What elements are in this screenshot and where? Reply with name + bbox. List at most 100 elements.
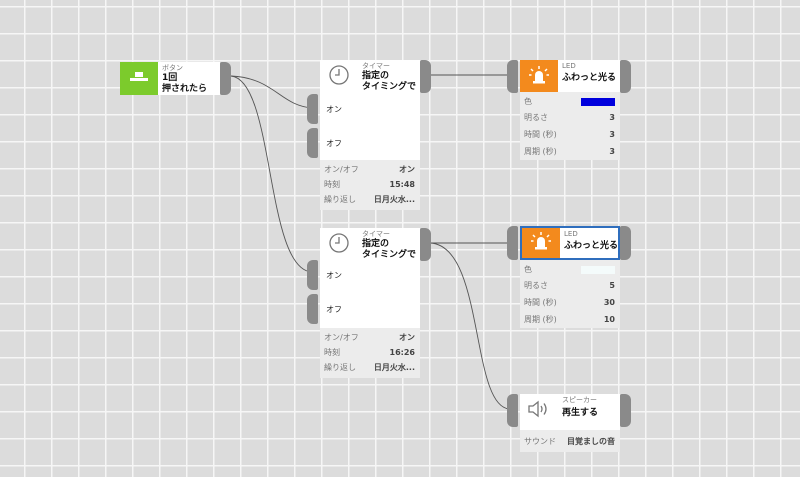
led2-output-port[interactable]	[620, 226, 631, 260]
node-category: タイマー	[362, 230, 390, 238]
timer2-input-off-label: オフ	[326, 305, 342, 314]
prop-value: 3	[609, 147, 615, 156]
timer1-icon-box	[320, 60, 358, 93]
timer2-properties: オン/オフ オン 時刻 16:26 繰り返し 日月火水...	[320, 328, 420, 378]
speaker-icon-box	[520, 394, 558, 427]
node-category: ボタン	[162, 64, 183, 72]
prop-value: 16:26	[389, 348, 415, 357]
timer2-input-off-port[interactable]	[307, 294, 318, 324]
wire-timer2-to-speaker	[429, 242, 511, 410]
node-category: スピーカー	[562, 396, 597, 404]
timer1-input-off-port[interactable]	[307, 128, 318, 158]
prop-label: 明るさ	[524, 113, 548, 122]
timer2-node[interactable]: タイマー 指定の タイミングで オン オフ オン/オフ オン 時刻 16:26 繰り…	[320, 228, 420, 378]
node-category: LED	[562, 62, 576, 70]
prop-value: 5	[609, 281, 615, 290]
prop-label: 色	[524, 97, 532, 106]
prop-label: 周期 (秒)	[524, 315, 557, 324]
prop-value: 日月火水...	[373, 195, 415, 204]
led1-input-port[interactable]	[507, 60, 518, 93]
prop-value: 15:48	[389, 180, 415, 189]
push-button-icon	[129, 69, 149, 88]
timer2-prop-row[interactable]: 時刻 16:26	[320, 345, 420, 360]
prop-label: 明るさ	[524, 281, 548, 290]
led2-color-row[interactable]: 色	[520, 262, 620, 277]
timer1-input-on-label: オン	[326, 105, 342, 114]
node-name: 1回 押されたら	[162, 73, 208, 94]
prop-label: 時間 (秒)	[524, 298, 557, 307]
timer2-icon-box	[320, 228, 358, 261]
led1-node[interactable]: LED ふわっと光る 色 明るさ 3 時間 (秒) 3 周期 (秒) 3	[520, 60, 620, 160]
led1-icon-box	[520, 60, 558, 93]
speaker-icon	[527, 399, 551, 423]
speaker-output-port[interactable]	[620, 394, 631, 427]
wire-button-to-timer1	[230, 75, 314, 109]
timer1-prop-row[interactable]: オン/オフ オン	[320, 162, 420, 177]
prop-label: 繰り返し	[324, 195, 356, 204]
led-light-icon	[528, 65, 550, 89]
led2-color-swatch[interactable]	[581, 265, 615, 274]
prop-label: 色	[524, 265, 532, 274]
prop-label: サウンド	[524, 436, 556, 446]
prop-value: 10	[603, 315, 615, 324]
prop-label: 時刻	[324, 180, 340, 189]
led2-node[interactable]: LED ふわっと光る	[520, 226, 620, 260]
timer1-prop-row[interactable]: 繰り返し 日月火水...	[320, 192, 420, 207]
node-name: ふわっと光る	[562, 73, 617, 83]
node-name: 指定の タイミングで	[362, 239, 417, 260]
prop-label: 時刻	[324, 348, 340, 357]
node-name: 指定の タイミングで	[362, 71, 417, 92]
prop-value: オン	[399, 333, 415, 342]
prop-label: 周期 (秒)	[524, 147, 557, 156]
timer2-output-port[interactable]	[420, 228, 431, 261]
led2-prop-row[interactable]: 時間 (秒) 30	[520, 294, 620, 311]
timer1-prop-row[interactable]: 時刻 15:48	[320, 177, 420, 192]
led2-properties: 色 明るさ 5 時間 (秒) 30 周期 (秒) 10	[520, 260, 620, 328]
prop-label: オン/オフ	[324, 165, 359, 174]
led1-output-port[interactable]	[620, 60, 631, 93]
prop-value: 3	[609, 130, 615, 139]
clock-icon	[328, 64, 350, 90]
led1-color-row[interactable]: 色	[520, 94, 620, 109]
speaker-prop-row[interactable]: サウンド 目覚ましの音	[520, 430, 620, 452]
button-node-icon-box	[120, 62, 158, 95]
button-node[interactable]: ボタン 1回 押されたら	[120, 62, 220, 95]
prop-value: 目覚ましの音	[567, 436, 615, 446]
timer2-prop-row[interactable]: 繰り返し 日月火水...	[320, 360, 420, 375]
led2-prop-row[interactable]: 明るさ 5	[520, 277, 620, 294]
speaker-input-port[interactable]	[507, 394, 518, 427]
speaker-node[interactable]: スピーカー 再生する サウンド 目覚ましの音	[520, 394, 620, 452]
timer1-properties: オン/オフ オン 時刻 15:48 繰り返し 日月火水...	[320, 160, 420, 210]
wire-button-to-timer2	[230, 75, 313, 273]
prop-value: 3	[609, 113, 615, 122]
timer1-node[interactable]: タイマー 指定の タイミングで オン オフ オン/オフ オン 時刻 15:48 繰り…	[320, 60, 420, 210]
timer1-input-on-port[interactable]	[307, 94, 318, 124]
prop-value: 30	[603, 298, 615, 307]
led2-prop-row[interactable]: 周期 (秒) 10	[520, 311, 620, 328]
led1-prop-row[interactable]: 明るさ 3	[520, 109, 620, 126]
speaker-properties: サウンド 目覚ましの音	[520, 430, 620, 452]
node-category: LED	[564, 230, 578, 238]
led1-properties: 色 明るさ 3 時間 (秒) 3 周期 (秒) 3	[520, 92, 620, 160]
clock-icon	[328, 232, 350, 258]
prop-value: 日月火水...	[373, 363, 415, 372]
timer2-prop-row[interactable]: オン/オフ オン	[320, 330, 420, 345]
timer1-output-port[interactable]	[420, 60, 431, 93]
prop-label: 時間 (秒)	[524, 130, 557, 139]
led1-prop-row[interactable]: 時間 (秒) 3	[520, 126, 620, 143]
prop-label: オン/オフ	[324, 333, 359, 342]
prop-label: 繰り返し	[324, 363, 356, 372]
node-name: 再生する	[562, 408, 599, 418]
timer1-input-off-label: オフ	[326, 139, 342, 148]
node-category: タイマー	[362, 62, 390, 70]
led2-icon-box	[522, 228, 560, 258]
prop-value: オン	[399, 165, 415, 174]
led1-color-swatch[interactable]	[581, 97, 615, 106]
timer2-input-on-port[interactable]	[307, 260, 318, 290]
timer2-input-on-label: オン	[326, 271, 342, 280]
led-light-icon	[530, 231, 552, 255]
node-name: ふわっと光る	[564, 241, 619, 251]
led1-prop-row[interactable]: 周期 (秒) 3	[520, 143, 620, 160]
led2-input-port[interactable]	[507, 226, 518, 260]
button-output-port[interactable]	[220, 62, 231, 95]
